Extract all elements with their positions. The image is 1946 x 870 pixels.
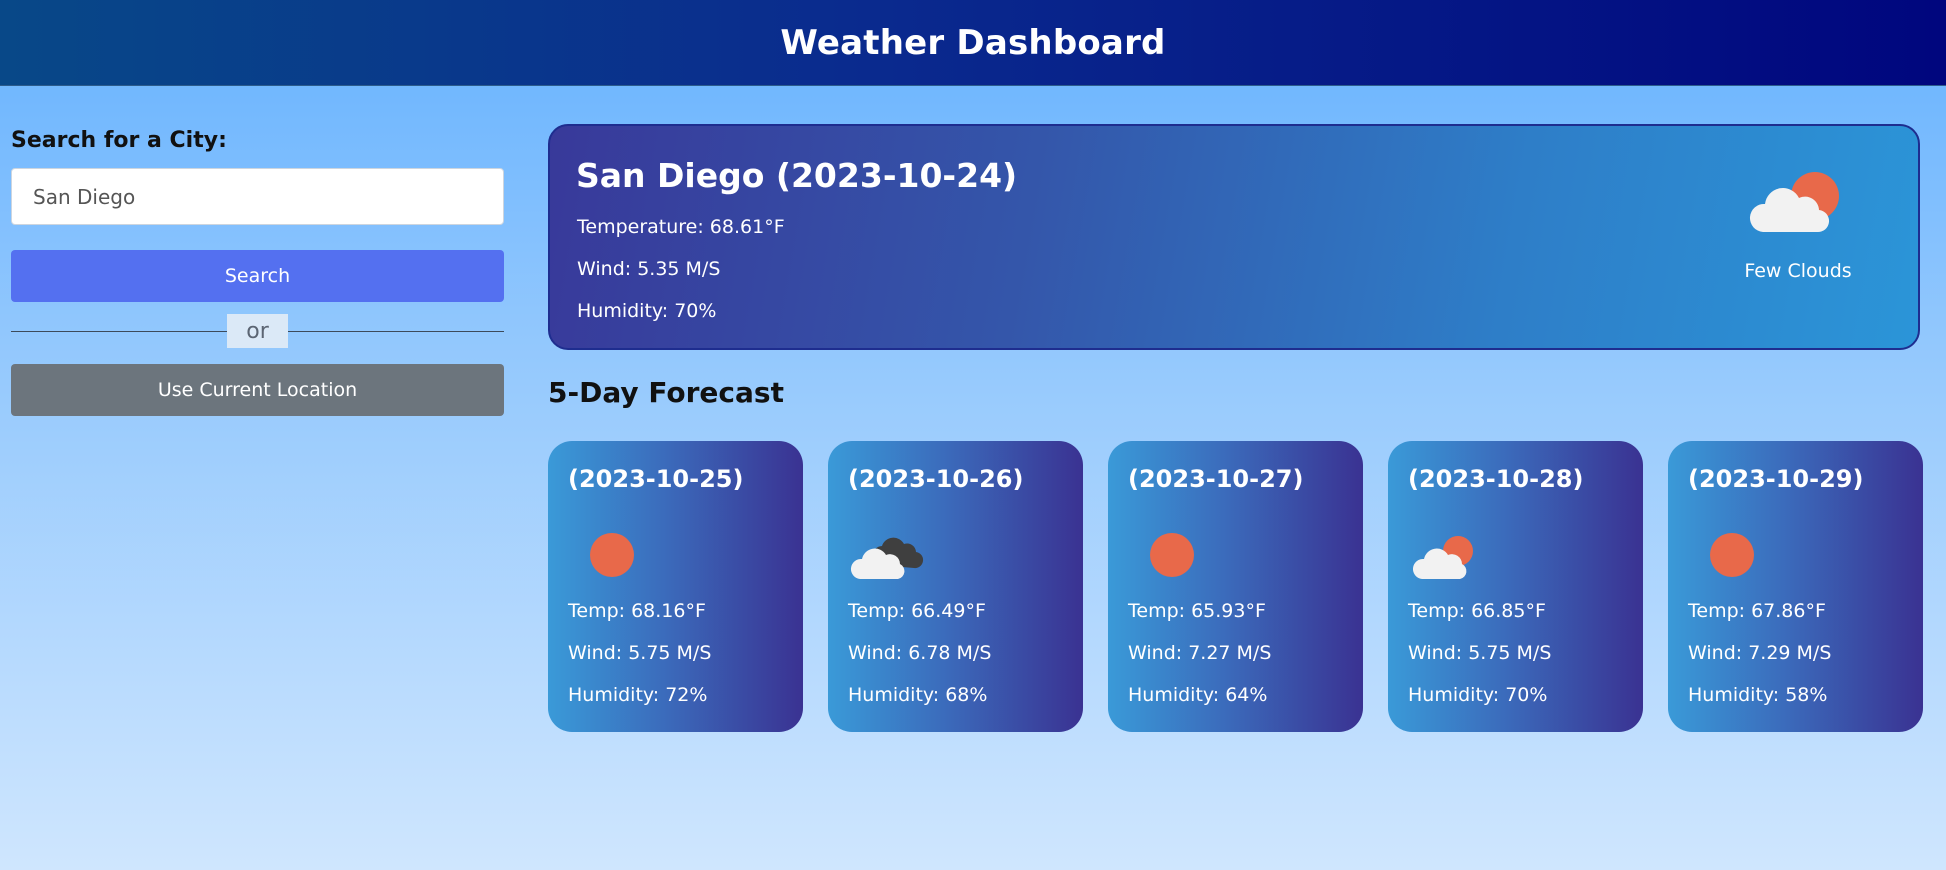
- clear-sun-icon: [1710, 533, 1754, 577]
- current-condition-label: Few Clouds: [1744, 260, 1852, 282]
- few-clouds-icon: [1749, 172, 1839, 233]
- current-weather-card: San Diego (2023-10-24) Temperature: 68.6…: [548, 124, 1920, 350]
- forecast-temp: Temp: 66.85°F: [1408, 600, 1546, 622]
- forecast-date: (2023-10-27): [1128, 465, 1304, 493]
- forecast-date: (2023-10-26): [848, 465, 1024, 493]
- forecast-humidity: Humidity: 58%: [1688, 684, 1828, 706]
- forecast-humidity: Humidity: 68%: [848, 684, 988, 706]
- use-current-location-button[interactable]: Use Current Location: [11, 364, 504, 416]
- forecast-wind: Wind: 5.75 M/S: [1408, 642, 1552, 664]
- current-humidity: Humidity: 70%: [577, 300, 717, 322]
- forecast-card: (2023-10-25) Temp: 68.16°F Wind: 5.75 M/…: [548, 441, 803, 732]
- forecast-date: (2023-10-29): [1688, 465, 1864, 493]
- forecast-wind: Wind: 6.78 M/S: [848, 642, 992, 664]
- or-divider: or: [11, 314, 504, 348]
- search-button[interactable]: Search: [11, 250, 504, 302]
- search-label: Search for a City:: [11, 128, 227, 153]
- forecast-list: (2023-10-25) Temp: 68.16°F Wind: 5.75 M/…: [548, 441, 1923, 732]
- page-title: Weather Dashboard: [780, 22, 1166, 63]
- search-sidebar: Search for a City: Search or Use Current…: [11, 124, 504, 416]
- few-clouds-icon: [1412, 536, 1473, 579]
- forecast-date: (2023-10-28): [1408, 465, 1584, 493]
- forecast-humidity: Humidity: 70%: [1408, 684, 1548, 706]
- current-city-title: San Diego (2023-10-24): [576, 156, 1018, 195]
- forecast-card: (2023-10-26) Temp: 66.49°F Wind: 6.78 M/…: [828, 441, 1083, 732]
- broken-clouds-icon: [850, 537, 924, 579]
- forecast-date: (2023-10-25): [568, 465, 744, 493]
- clear-sun-icon: [1150, 533, 1194, 577]
- forecast-temp: Temp: 66.49°F: [848, 600, 986, 622]
- forecast-temp: Temp: 65.93°F: [1128, 600, 1266, 622]
- clear-sun-icon: [590, 533, 634, 577]
- current-condition: Few Clouds: [1738, 166, 1858, 282]
- forecast-card: (2023-10-29) Temp: 67.86°F Wind: 7.29 M/…: [1668, 441, 1923, 732]
- current-wind: Wind: 5.35 M/S: [577, 258, 721, 280]
- forecast-temp: Temp: 68.16°F: [568, 600, 706, 622]
- forecast-card: (2023-10-27) Temp: 65.93°F Wind: 7.27 M/…: [1108, 441, 1363, 732]
- forecast-wind: Wind: 7.27 M/S: [1128, 642, 1272, 664]
- forecast-wind: Wind: 7.29 M/S: [1688, 642, 1832, 664]
- forecast-temp: Temp: 67.86°F: [1688, 600, 1826, 622]
- forecast-card: (2023-10-28) Temp: 66.85°F Wind: 5.75 M/…: [1388, 441, 1643, 732]
- forecast-wind: Wind: 5.75 M/S: [568, 642, 712, 664]
- app-header: Weather Dashboard: [0, 0, 1946, 86]
- city-search-input[interactable]: [11, 168, 504, 225]
- forecast-humidity: Humidity: 64%: [1128, 684, 1268, 706]
- or-label: or: [227, 314, 288, 348]
- current-temperature: Temperature: 68.61°F: [577, 216, 785, 238]
- forecast-title: 5-Day Forecast: [548, 376, 784, 409]
- forecast-humidity: Humidity: 72%: [568, 684, 708, 706]
